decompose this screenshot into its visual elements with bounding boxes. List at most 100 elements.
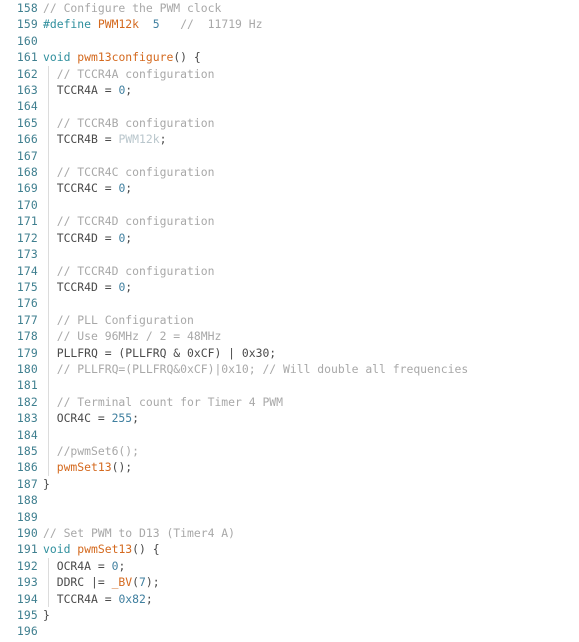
code-line[interactable]: 186 pwmSet13(); (0, 459, 579, 476)
code-line[interactable]: 182 // Terminal count for Timer 4 PWM (0, 393, 579, 411)
line-text: } (43, 607, 50, 623)
code-token: ; (132, 411, 140, 426)
code-token: PWM12k (97, 17, 140, 32)
code-token: ; (145, 591, 153, 606)
line-text: //pwmSet6(); (43, 443, 139, 459)
indent-guide (48, 98, 49, 115)
line-number: 159 (16, 17, 38, 32)
code-line[interactable]: 169 TCCR4C = 0; (0, 180, 579, 197)
line-number: 192 (16, 558, 38, 573)
code-line[interactable]: 166 TCCR4B = PWM12k; (0, 131, 579, 148)
line-number: 176 (16, 296, 38, 311)
line-number: 184 (16, 427, 38, 442)
code-token: TCCR4D = (43, 230, 119, 245)
line-number: 160 (16, 33, 38, 48)
code-token: // TCCR4B configuration (43, 115, 215, 130)
code-token: 255 (111, 411, 133, 426)
code-token: 7 (139, 575, 146, 590)
line-text: TCCR4D = 0; (43, 230, 132, 246)
line-number: 171 (16, 214, 38, 229)
code-token: // PLL Configuration (43, 312, 194, 327)
line-text: TCCR4A = 0x82; (43, 591, 153, 607)
line-text: // TCCR4B configuration (43, 115, 215, 131)
code-line[interactable]: 159 #define PWM12k 5 // 11719 Hz (0, 16, 579, 32)
code-line[interactable]: 177 // PLL Configuration (0, 311, 579, 329)
code-line[interactable]: 189 (0, 509, 579, 525)
line-text: void pwmSet13() { (43, 541, 160, 557)
code-line[interactable]: 175 TCCR4D = 0; (0, 278, 579, 296)
code-line[interactable]: 160 (0, 33, 579, 49)
code-token: ; (125, 279, 133, 294)
code-line[interactable]: 184 (0, 426, 579, 443)
code-line[interactable]: 171 // TCCR4D configuration (0, 213, 579, 230)
line-text: // PLL Configuration (43, 312, 194, 328)
line-number: 181 (16, 378, 38, 393)
code-line[interactable]: 167 (0, 147, 579, 165)
code-token: // TCCR4D configuration (43, 263, 215, 278)
line-number: 188 (16, 493, 38, 508)
code-token: TCCR4A = (43, 83, 119, 98)
line-number: 185 (16, 443, 38, 458)
code-token: // 11719 Hz (180, 17, 263, 32)
line-number: 170 (16, 197, 38, 212)
code-token: OCR4C = (43, 411, 112, 426)
code-line[interactable]: 187} (0, 476, 579, 492)
code-line[interactable]: 191 void pwmSet13() { (0, 541, 579, 557)
code-line[interactable]: 162 // TCCR4A configuration (0, 65, 579, 83)
code-line[interactable]: 194 TCCR4A = 0x82; (0, 590, 579, 608)
code-line[interactable]: 170 (0, 196, 579, 214)
code-line[interactable]: 176 (0, 295, 579, 312)
code-token: pwm13configure (77, 50, 174, 65)
code-token: 0x82 (118, 591, 146, 606)
code-line[interactable]: 183 OCR4C = 255; (0, 410, 579, 427)
code-token: 5 (152, 17, 160, 32)
indent-guide (48, 426, 49, 443)
line-text: } (43, 476, 50, 492)
code-line[interactable]: 165 // TCCR4B configuration (0, 114, 579, 132)
code-line[interactable]: 185 //pwmSet6(); (0, 442, 579, 460)
code-token: ; (125, 230, 133, 245)
code-token: // PLLFRQ=(PLLFRQ&0xCF)|0x10; // Will do… (43, 361, 469, 376)
line-number: 158 (16, 1, 38, 15)
code-token: // Set PWM to D13 (Timer4 A) (43, 526, 236, 540)
code-line[interactable]: 158 // Configure the PWM clock (0, 0, 579, 16)
code-line[interactable]: 172 TCCR4D = 0; (0, 229, 579, 247)
line-number: 175 (16, 279, 38, 294)
code-line[interactable]: 168 // TCCR4C configuration (0, 164, 579, 181)
code-line[interactable]: 163 TCCR4A = 0; (0, 82, 579, 99)
line-text: // TCCR4A configuration (43, 66, 215, 82)
line-number: 162 (16, 66, 38, 81)
line-number: 194 (16, 591, 38, 606)
code-line[interactable]: 196 (0, 623, 579, 639)
code-line[interactable]: 179 PLLFRQ = (PLLFRQ & 0xCF) | 0x30; (0, 344, 579, 361)
line-number: 196 (16, 624, 38, 639)
line-text: TCCR4C = 0; (43, 180, 132, 196)
code-token: ); (145, 575, 160, 590)
line-text: DDRC |= _BV(7); (43, 574, 160, 590)
code-token: } (43, 608, 50, 623)
code-line[interactable]: 180 // PLLFRQ=(PLLFRQ&0xCF)|0x10; // Wil… (0, 360, 579, 378)
line-number: 168 (16, 165, 38, 180)
code-editor[interactable]: 158 // Configure the PWM clock 159 #define … (0, 0, 579, 642)
code-line[interactable]: 195} (0, 607, 579, 623)
code-line[interactable]: 190 // Set PWM to D13 (Timer4 A) (0, 525, 579, 541)
code-line[interactable]: 174 // TCCR4D configuration (0, 262, 579, 279)
code-token: ( (132, 575, 140, 590)
code-line[interactable]: 178 // Use 96MHz / 2 = 48MHz (0, 328, 579, 345)
code-line[interactable]: 193 DDRC |= _BV(7); (0, 574, 579, 591)
code-line[interactable]: 164 (0, 98, 579, 115)
line-number: 163 (16, 83, 38, 98)
line-number: 186 (16, 460, 38, 475)
code-line[interactable]: 161 void pwm13configure() { (0, 49, 579, 65)
code-token: TCCR4A = (43, 591, 119, 606)
code-line[interactable]: 192 OCR4A = 0; (0, 557, 579, 575)
code-token: } (43, 476, 50, 491)
code-line[interactable]: 181 (0, 377, 579, 394)
code-line[interactable]: 188 (0, 492, 579, 508)
code-line[interactable]: 173 (0, 246, 579, 263)
code-token: // TCCR4C configuration (43, 165, 215, 180)
line-number: 172 (16, 230, 38, 245)
code-token: TCCR4C = (43, 181, 119, 196)
